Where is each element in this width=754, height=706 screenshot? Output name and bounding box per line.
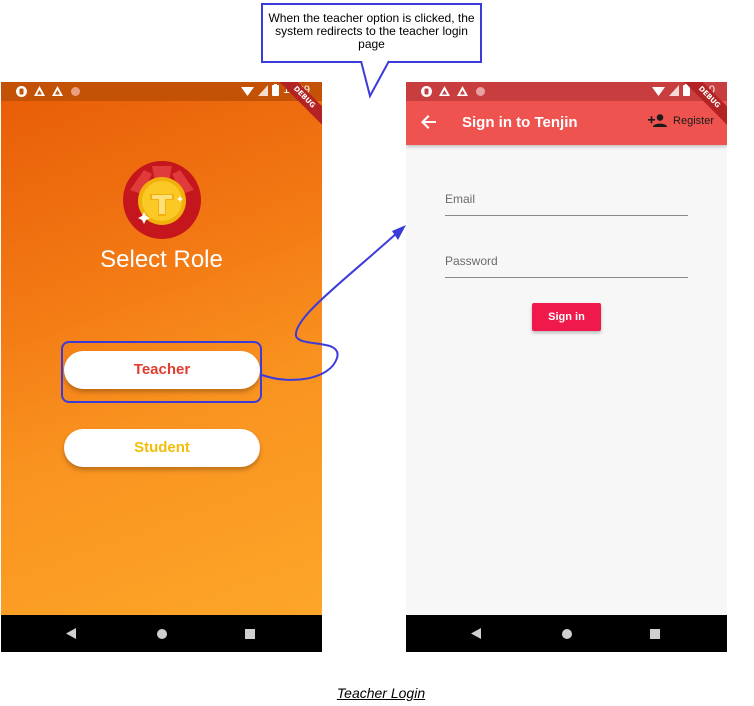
tenjin-logo-icon: [123, 161, 201, 239]
password-label: Password: [445, 254, 498, 268]
password-field[interactable]: Password: [445, 252, 688, 278]
figure-caption: Teacher Login: [336, 685, 426, 701]
app-bar-title: Sign in to Tenjin: [462, 114, 578, 131]
back-triangle-icon[interactable]: [471, 628, 481, 639]
wifi-icon: [651, 86, 665, 96]
status-bar: 8:10: [406, 82, 727, 101]
android-nav-bar: [1, 615, 322, 652]
battery-icon: [272, 84, 280, 96]
dot-icon: [476, 87, 485, 96]
back-triangle-icon[interactable]: [66, 628, 76, 639]
student-button[interactable]: Student: [64, 429, 260, 467]
page-title: Select Role: [100, 246, 223, 273]
app-bar: Sign in to Tenjin Register: [406, 101, 727, 145]
register-label: Register: [673, 114, 714, 127]
drive-icon: [439, 86, 450, 96]
sign-in-button[interactable]: Sign in: [532, 303, 601, 331]
signal-icon: [258, 84, 269, 96]
drive-icon: [52, 86, 63, 96]
notification-icon: [16, 86, 27, 97]
home-circle-icon[interactable]: [562, 629, 572, 639]
email-label: Email: [445, 192, 476, 206]
teacher-highlight-box: [61, 341, 262, 403]
annotation-callout: When the teacher option is clicked, the …: [261, 3, 482, 63]
callout-text: When the teacher option is clicked, the …: [268, 11, 475, 51]
recents-square-icon[interactable]: [245, 629, 255, 639]
dot-icon: [71, 87, 80, 96]
email-field[interactable]: Email: [445, 190, 688, 216]
notification-icon: [421, 86, 432, 97]
callout-tail: [360, 60, 390, 99]
signal-icon: [668, 84, 679, 96]
status-bar: 11:09: [1, 82, 322, 101]
register-button[interactable]: Register: [648, 114, 714, 127]
arrow-back-icon[interactable]: [421, 115, 436, 129]
drive-icon: [34, 86, 45, 96]
home-circle-icon[interactable]: [157, 629, 167, 639]
recents-square-icon[interactable]: [650, 629, 660, 639]
android-nav-bar: [406, 615, 727, 652]
teacher-login-screen: Sign in to Tenjin Register 8:10 DEBUG E: [406, 82, 727, 652]
person-add-icon: [648, 114, 668, 127]
wifi-icon: [241, 86, 255, 96]
drive-icon: [457, 86, 468, 96]
